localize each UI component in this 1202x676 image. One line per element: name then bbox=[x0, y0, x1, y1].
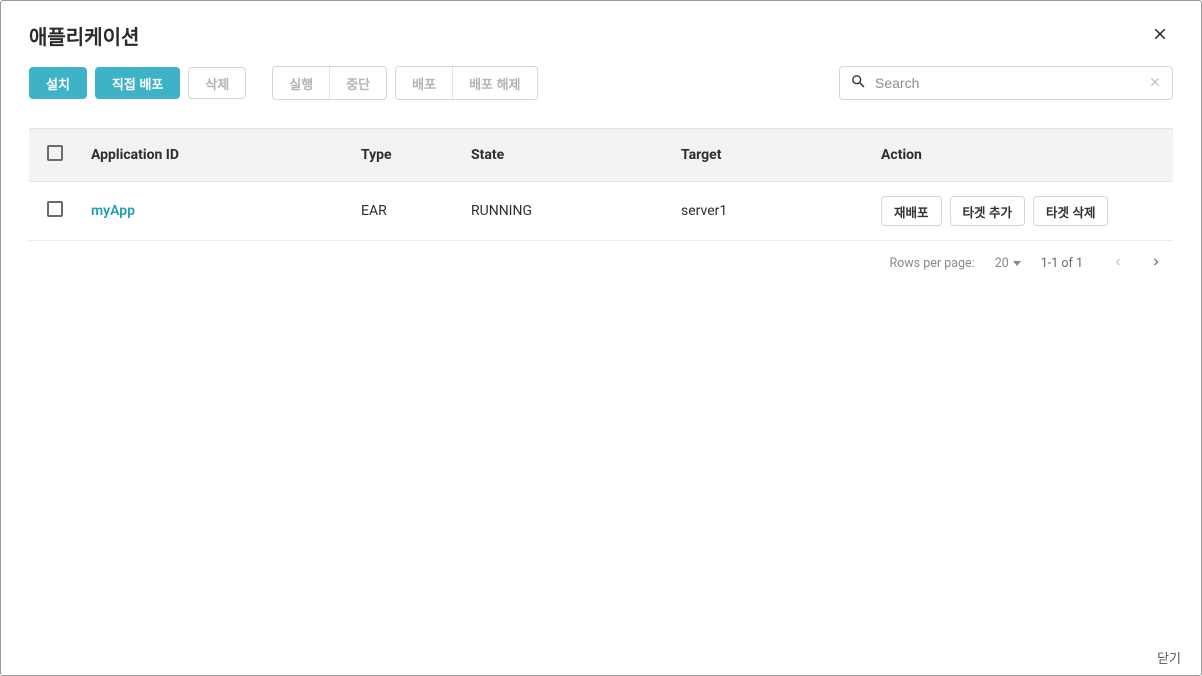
delete-button[interactable]: 삭제 bbox=[188, 67, 246, 99]
application-modal: 애플리케이션 설치 직접 배포 삭제 실행 중단 배포 배포 해제 bbox=[0, 0, 1202, 676]
table-container: Application ID Type State Target Action … bbox=[1, 128, 1201, 272]
toolbar: 설치 직접 배포 삭제 실행 중단 배포 배포 해제 bbox=[1, 50, 1201, 128]
select-all-checkbox[interactable] bbox=[47, 145, 63, 161]
prev-page-button[interactable] bbox=[1111, 255, 1125, 272]
run-button[interactable]: 실행 bbox=[273, 67, 330, 99]
col-header-target[interactable]: Target bbox=[671, 129, 871, 182]
add-target-button[interactable]: 타겟 추가 bbox=[950, 196, 1025, 226]
table-row: myApp EAR RUNNING server1 재배포 타겟 추가 타겟 삭… bbox=[29, 182, 1173, 241]
modal-header: 애플리케이션 bbox=[1, 1, 1201, 50]
cell-state: RUNNING bbox=[461, 182, 671, 241]
redeploy-button[interactable]: 재배포 bbox=[881, 196, 942, 226]
deploy-group: 배포 배포 해제 bbox=[395, 66, 537, 100]
app-id-link[interactable]: myApp bbox=[91, 203, 135, 219]
cell-type: EAR bbox=[351, 182, 461, 241]
modal-title: 애플리케이션 bbox=[29, 21, 139, 50]
row-checkbox[interactable] bbox=[47, 201, 63, 217]
direct-deploy-button[interactable]: 직접 배포 bbox=[95, 67, 180, 99]
undeploy-button[interactable]: 배포 해제 bbox=[453, 67, 536, 99]
col-header-action: Action bbox=[871, 129, 1173, 182]
rows-per-page-label: Rows per page: bbox=[889, 256, 974, 271]
page-nav bbox=[1111, 255, 1163, 272]
col-header-checkbox bbox=[29, 129, 81, 182]
next-page-button[interactable] bbox=[1149, 255, 1163, 272]
chevron-left-icon bbox=[1111, 255, 1125, 272]
col-header-state[interactable]: State bbox=[461, 129, 671, 182]
action-buttons: 재배포 타겟 추가 타겟 삭제 bbox=[881, 196, 1163, 226]
search-icon bbox=[850, 73, 867, 94]
cell-target: server1 bbox=[671, 182, 871, 241]
install-button[interactable]: 설치 bbox=[29, 67, 87, 99]
search-box[interactable] bbox=[839, 66, 1173, 100]
pagination-range: 1-1 of 1 bbox=[1041, 256, 1083, 271]
footer-close-button[interactable]: 닫기 bbox=[1157, 648, 1181, 667]
rows-per-page-select[interactable]: 20 bbox=[995, 256, 1021, 271]
chevron-right-icon bbox=[1149, 255, 1163, 272]
clear-search-icon[interactable] bbox=[1148, 74, 1162, 93]
pagination: Rows per page: 20 1-1 of 1 bbox=[29, 241, 1173, 272]
toolbar-left: 설치 직접 배포 삭제 실행 중단 배포 배포 해제 bbox=[29, 66, 538, 100]
close-button[interactable] bbox=[1147, 21, 1173, 50]
applications-table: Application ID Type State Target Action … bbox=[29, 128, 1173, 241]
deploy-button[interactable]: 배포 bbox=[396, 67, 453, 99]
col-header-type[interactable]: Type bbox=[351, 129, 461, 182]
table-header-row: Application ID Type State Target Action bbox=[29, 129, 1173, 182]
remove-target-button[interactable]: 타겟 삭제 bbox=[1033, 196, 1108, 226]
search-input[interactable] bbox=[875, 75, 1140, 91]
close-icon bbox=[1151, 25, 1169, 46]
run-stop-group: 실행 중단 bbox=[272, 66, 387, 100]
rows-per-page-value: 20 bbox=[995, 256, 1009, 271]
stop-button[interactable]: 중단 bbox=[330, 67, 386, 99]
col-header-appid[interactable]: Application ID bbox=[81, 129, 351, 182]
chevron-down-icon bbox=[1013, 261, 1021, 266]
